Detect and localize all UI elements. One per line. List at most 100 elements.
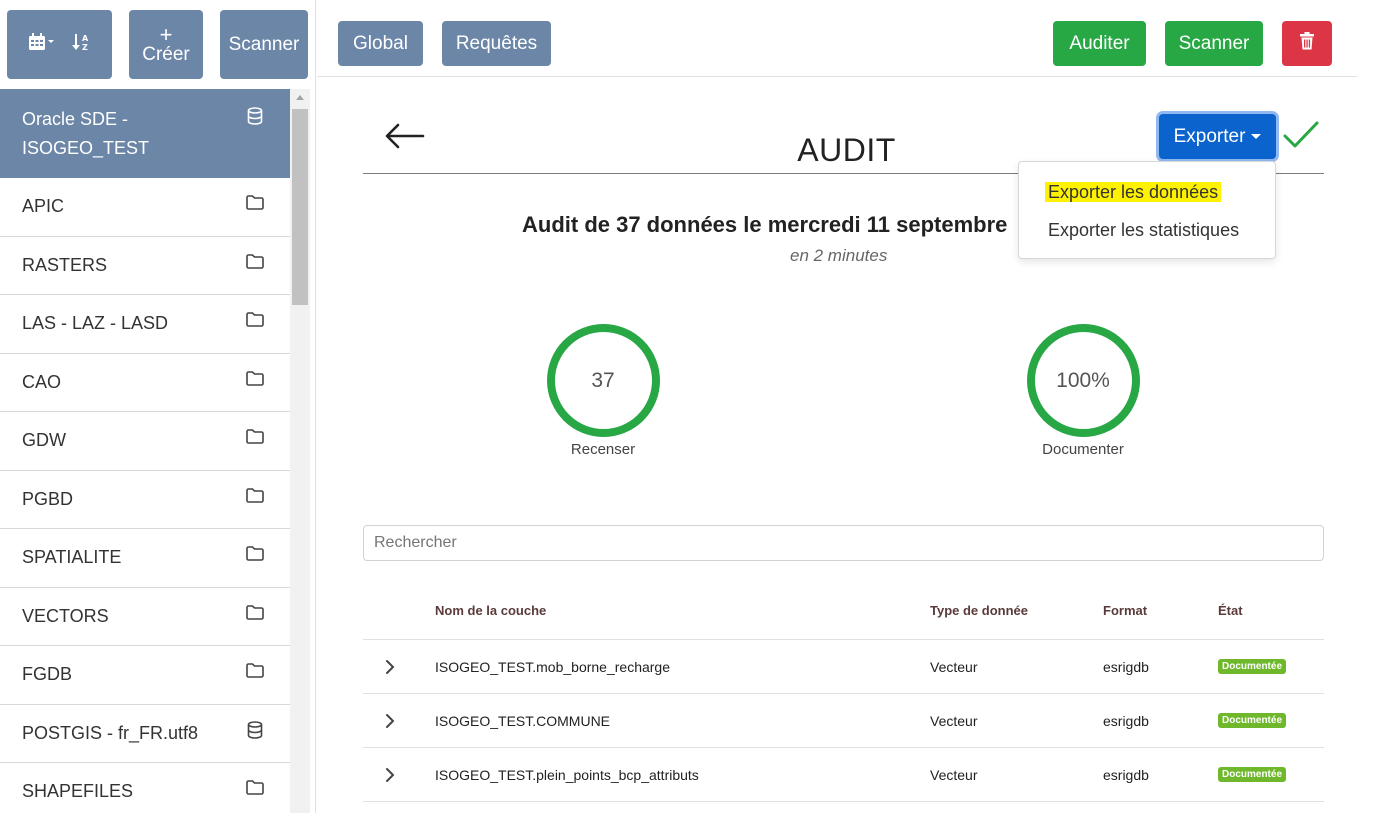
table-header: Nom de la couche Type de donnée Format É… [363, 587, 1324, 640]
sidebar-item-label: PGBD [22, 488, 74, 509]
chevron-right-icon[interactable] [385, 659, 395, 675]
column-header-type[interactable]: Type de donnée [930, 603, 1028, 618]
sidebar-item-label: RASTERS [22, 254, 108, 275]
sidebar-item-apic[interactable]: APIC [0, 178, 290, 237]
export-label: Exporter [1173, 125, 1246, 147]
layer-format: esrigdb [1103, 767, 1149, 783]
caret-down-icon [1251, 134, 1262, 139]
stat-documented: 100% Documenter [1023, 324, 1143, 458]
filter-sort-button[interactable]: A Z [7, 10, 112, 79]
menu-item-export-data[interactable]: Exporter les données [1045, 182, 1222, 203]
svg-text:Z: Z [82, 43, 88, 52]
sidebar-item-las[interactable]: LAS - LAZ - LASD [0, 295, 290, 354]
create-button[interactable]: + Créer [129, 10, 203, 79]
sidebar-toolbar: A Z + Créer Scanner [0, 0, 316, 88]
sidebar-item-label: FGDB [22, 664, 73, 685]
layer-format: esrigdb [1103, 659, 1149, 675]
layer-name: ISOGEO_TEST.plein_points_bcp_attributs [435, 767, 699, 783]
trash-icon [1299, 31, 1315, 56]
sidebar-item-label: SHAPEFILES [22, 781, 134, 802]
sort-alpha-icon[interactable]: A Z [71, 32, 92, 58]
column-header-name[interactable]: Nom de la couche [435, 603, 546, 618]
scrollbar-thumb[interactable] [292, 109, 308, 305]
folder-icon [246, 779, 264, 795]
layer-name: ISOGEO_TEST.COMMUNE [435, 713, 611, 729]
top-toolbar: Global Requêtes Auditer Scanner [317, 0, 1357, 77]
chevron-right-icon[interactable] [385, 713, 395, 729]
database-icon [246, 720, 264, 739]
svg-text:A: A [82, 34, 89, 43]
sidebar-item-label: CAO [22, 371, 62, 392]
folder-icon [246, 487, 264, 503]
sidebar-scrollbar[interactable] [290, 89, 310, 813]
sidebar-item-shapefiles[interactable]: SHAPEFILES [0, 763, 290, 813]
table-row[interactable]: ISOGEO_TEST.plein_points_bcp_attributs V… [363, 748, 1324, 802]
stat-label: Recenser [570, 441, 636, 458]
folder-icon [246, 662, 264, 678]
audit-button[interactable]: Auditer [1053, 21, 1146, 66]
folder-icon [246, 428, 264, 444]
sidebar-item-cao[interactable]: CAO [0, 354, 290, 412]
scan-button[interactable]: Scanner [1165, 21, 1263, 66]
stat-inventory: 37 Recenser [543, 324, 663, 458]
status-badge: Documentée [1218, 713, 1287, 728]
global-button[interactable]: Global [338, 21, 423, 66]
sidebar-item-oracle-sde[interactable]: Oracle SDE - ISOGEO_TEST [0, 89, 290, 178]
layer-name: ISOGEO_TEST.mob_borne_recharge [435, 659, 671, 675]
menu-item-label: Exporter les données [1045, 182, 1222, 202]
layers-table: Nom de la couche Type de donnée Format É… [363, 587, 1324, 802]
audit-duration: en 2 minutes [790, 246, 888, 265]
folder-icon [246, 194, 264, 210]
sidebar-item-label: GDW [22, 430, 66, 451]
scroll-up-icon[interactable] [296, 95, 304, 100]
export-dropdown-button[interactable]: Exporter [1159, 114, 1276, 159]
layer-type: Vecteur [930, 767, 978, 783]
sidebar-item-spatialite[interactable]: SPATIALITE [0, 529, 290, 588]
stat-label: Documenter [1042, 441, 1124, 458]
delete-button[interactable] [1282, 21, 1332, 66]
sidebar-item-label: LAS - LAZ - LASD [22, 313, 169, 334]
requests-button[interactable]: Requêtes [442, 21, 551, 66]
folder-icon [246, 545, 264, 561]
export-dropdown-menu: Exporter les données Exporter les statis… [1018, 161, 1276, 259]
sidebar-item-label: APIC [22, 196, 65, 217]
table-row[interactable]: ISOGEO_TEST.COMMUNE Vecteur esrigdb Docu… [363, 694, 1324, 748]
sidebar-item-vectors[interactable]: VECTORS [0, 588, 290, 646]
status-badge: Documentée [1218, 767, 1287, 782]
sidebar-item-pgbd[interactable]: PGBD [0, 471, 290, 529]
sidebar-scan-label: Scanner [228, 33, 300, 55]
sidebar-item-fgdb[interactable]: FGDB [0, 646, 290, 705]
sidebar: A Z + Créer Scanner Oracle SDE - ISOGEO_… [0, 0, 316, 813]
database-icon [246, 105, 264, 125]
layer-type: Vecteur [930, 659, 978, 675]
folder-icon [246, 370, 264, 386]
layer-format: esrigdb [1103, 713, 1149, 729]
source-list: Oracle SDE - ISOGEO_TEST APIC RASTERS LA… [0, 89, 290, 813]
sidebar-item-label: SPATIALITE [22, 547, 122, 568]
audit-panel: AUDIT Exporter Exporter les données Expo… [317, 78, 1376, 813]
sidebar-item-label: Oracle SDE - ISOGEO_TEST [22, 108, 150, 158]
stat-ring: 100% [1026, 324, 1140, 437]
sidebar-item-rasters[interactable]: RASTERS [0, 237, 290, 295]
table-row[interactable]: ISOGEO_TEST.mob_borne_recharge Vecteur e… [363, 640, 1324, 694]
menu-item-export-stats[interactable]: Exporter les statistiques [1048, 220, 1239, 241]
status-badge: Documentée [1218, 659, 1287, 674]
sidebar-scan-button[interactable]: Scanner [220, 10, 308, 79]
layer-type: Vecteur [930, 713, 978, 729]
sidebar-item-label: VECTORS [22, 605, 109, 626]
sidebar-item-postgis[interactable]: POSTGIS - fr_FR.utf8 [0, 705, 290, 763]
column-header-format[interactable]: Format [1103, 603, 1147, 618]
search-input[interactable] [363, 525, 1324, 561]
create-label: Créer [142, 43, 190, 65]
folder-icon [246, 604, 264, 620]
plus-icon: + [159, 21, 173, 47]
folder-icon [246, 253, 264, 269]
folder-icon [246, 311, 264, 327]
audit-summary: Audit de 37 données le mercredi 11 septe… [522, 212, 1008, 237]
sidebar-item-gdw[interactable]: GDW [0, 412, 290, 471]
calendar-icon[interactable] [28, 32, 54, 57]
column-header-state[interactable]: État [1218, 603, 1243, 618]
sidebar-item-label: POSTGIS - fr_FR.utf8 [22, 722, 199, 743]
stat-ring: 37 [546, 324, 660, 437]
chevron-right-icon[interactable] [385, 767, 395, 783]
